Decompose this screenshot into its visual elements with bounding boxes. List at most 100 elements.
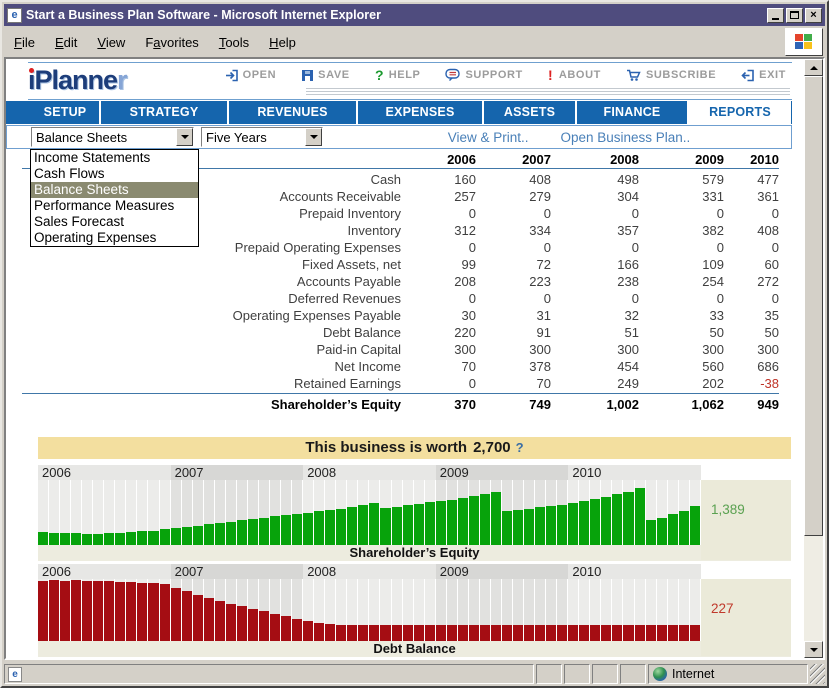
bar (182, 527, 192, 545)
bar (314, 623, 324, 641)
bar (480, 494, 490, 545)
menu-edit[interactable]: Edit (45, 35, 87, 50)
report-select-arrow[interactable] (176, 128, 193, 146)
report-option-4[interactable]: Performance Measures (31, 198, 198, 214)
bar-slot (623, 480, 633, 545)
tab-bar: SETUPSTRATEGYREVENUESEXPENSESASSETSFINAN… (6, 101, 792, 124)
valuation-text: This business is worth (305, 439, 467, 456)
cell-value: 300 (551, 341, 639, 358)
report-option-2[interactable]: Cash Flows (31, 166, 198, 182)
cell-value: 454 (551, 358, 639, 375)
cell-value: 160 (401, 171, 476, 188)
menu-file[interactable]: File (4, 35, 45, 50)
bar (71, 533, 81, 545)
subscribe-button[interactable]: SUBSCRIBE (626, 68, 716, 82)
cell-value: 361 (724, 188, 779, 205)
scrollbar-thumb[interactable] (804, 76, 823, 536)
bar (447, 500, 457, 546)
report-option-1[interactable]: Income Statements (31, 150, 198, 166)
help-question-icon[interactable]: ? (516, 440, 524, 455)
bar (690, 506, 700, 545)
minimize-button[interactable] (767, 8, 784, 23)
cell-value: 331 (639, 188, 724, 205)
report-option-5[interactable]: Sales Forecast (31, 214, 198, 230)
save-icon (301, 69, 314, 82)
cell-value: 0 (724, 239, 779, 256)
valuation-banner: This business is worth2,700? (38, 437, 791, 459)
year-band-2007: 2007 (171, 465, 304, 480)
period-select-arrow[interactable] (305, 128, 322, 146)
menu-items: FileEditViewFavoritesToolsHelp (4, 35, 306, 50)
chevron-down-icon (181, 135, 189, 139)
bar (171, 588, 181, 641)
bar-slot (403, 579, 413, 641)
bar-slot (204, 579, 214, 641)
cell-value: 498 (551, 171, 639, 188)
cell-value: 0 (401, 375, 476, 392)
bar (82, 534, 92, 545)
report-option-6[interactable]: Operating Expenses (31, 230, 198, 246)
tab-revenues[interactable]: REVENUES (227, 101, 356, 124)
save-button[interactable]: SAVE (301, 69, 350, 82)
subscribe-label: SUBSCRIBE (646, 69, 716, 81)
svg-text:?: ? (375, 68, 384, 82)
bar-slot (148, 480, 158, 545)
bar-slot (347, 480, 357, 545)
open-business-plan-link[interactable]: Open Business Plan.. (560, 130, 690, 145)
row-label: Fixed Assets, net (22, 256, 401, 273)
cell-value: 408 (724, 222, 779, 239)
help-button[interactable]: ?HELP (375, 68, 421, 82)
bar-slot (425, 480, 435, 545)
arrow-down-icon (810, 648, 818, 652)
table-row: Fixed Assets, net997216610960 (22, 256, 779, 273)
period-select[interactable]: Five Years (201, 127, 323, 147)
cell-value: 70 (476, 375, 551, 392)
menu-favorites[interactable]: Favorites (135, 35, 208, 50)
report-option-3[interactable]: Balance Sheets (31, 182, 198, 198)
bar (502, 511, 512, 545)
bar-slot (259, 480, 269, 545)
total-value: 1,062 (639, 394, 724, 415)
menu-view[interactable]: View (87, 35, 135, 50)
resize-grip[interactable] (810, 664, 825, 684)
about-label: ABOUT (559, 69, 601, 81)
bar-slot (690, 579, 700, 641)
bar (646, 625, 656, 641)
about-button[interactable]: !ABOUT (548, 68, 601, 82)
bar-slot (392, 579, 402, 641)
tab-reports[interactable]: REPORTS (687, 101, 791, 124)
bar-slot (392, 480, 402, 545)
report-controls-row: Balance Sheets Five Years View & Print..… (6, 125, 792, 149)
bar (115, 533, 125, 545)
maximize-button[interactable] (786, 8, 803, 23)
bar-slot (612, 579, 622, 641)
bar (93, 534, 103, 545)
menu-help[interactable]: Help (259, 35, 306, 50)
row-label: Retained Earnings (22, 375, 401, 392)
menu-tools[interactable]: Tools (209, 35, 259, 50)
bar (60, 533, 70, 545)
status-cell (592, 664, 618, 684)
support-button[interactable]: SUPPORT (445, 68, 522, 82)
scroll-down-button[interactable] (804, 641, 823, 658)
bar (546, 506, 556, 545)
cell-value: 50 (724, 324, 779, 341)
tab-strategy[interactable]: STRATEGY (99, 101, 227, 124)
vertical-scrollbar[interactable] (804, 59, 823, 658)
window-title: Start a Business Plan Software - Microso… (26, 8, 765, 22)
open-button[interactable]: OPEN (225, 69, 277, 82)
chart-year-header: 20062007200820092010 (38, 564, 701, 579)
tab-expenses[interactable]: EXPENSES (356, 101, 482, 124)
bar (237, 606, 247, 641)
bar (524, 625, 534, 641)
exit-button[interactable]: EXIT (741, 69, 786, 82)
bar (623, 625, 633, 641)
bar-slot (148, 579, 158, 641)
tab-finance[interactable]: FINANCE (575, 101, 687, 124)
tab-assets[interactable]: ASSETS (482, 101, 575, 124)
view-print-link[interactable]: View & Print.. (448, 130, 529, 145)
report-select[interactable]: Balance Sheets (31, 127, 194, 147)
tab-setup[interactable]: SETUP (31, 101, 99, 124)
scroll-up-button[interactable] (804, 59, 823, 76)
close-button[interactable]: × (805, 8, 822, 23)
